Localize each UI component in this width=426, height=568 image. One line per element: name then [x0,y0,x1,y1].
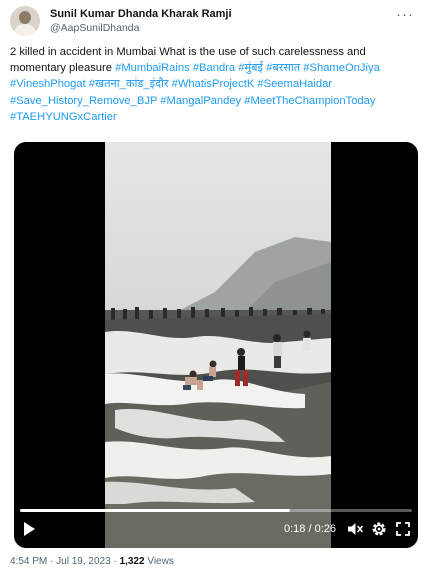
hashtag-link[interactable]: #बरसात [266,62,300,74]
duration: 0:26 [314,523,336,535]
author-names: Sunil Kumar Dhanda Kharak Ramji @AapSuni… [50,7,232,35]
separator-dot: · [110,556,120,567]
user-handle[interactable]: @AapSunilDhanda [50,21,232,35]
separator-dot: · [47,556,57,567]
hashtag-link[interactable]: #WhatisProjectK [172,78,255,90]
hashtag-link[interactable]: #SeemaHaidar [257,78,332,90]
hashtag-link[interactable]: #VineshPhogat [10,78,86,90]
video-frame-image [105,237,331,548]
views-label: Views [144,556,174,567]
avatar[interactable] [10,6,40,36]
tweet-header: Sunil Kumar Dhanda Kharak Ramji @AapSuni… [10,6,416,42]
more-horizontal-icon[interactable]: ··· [396,6,414,23]
settings-gear-icon[interactable] [370,520,388,538]
post-time[interactable]: 4:54 PM [10,556,47,567]
hashtag-link[interactable]: #ShameOnJiya [303,62,380,74]
hashtag-link[interactable]: #खतना_कांड_इंदौर [89,78,169,90]
tweet-footer: 4:54 PM · Jul 19, 2023 · 1,322 Views [10,556,174,568]
hashtag-link[interactable]: #MangalPandey [160,95,241,107]
hashtag-link[interactable]: #Save_History_Remove_BJP [10,95,157,107]
video-frame[interactable] [105,142,331,548]
fullscreen-icon[interactable] [394,520,412,538]
play-icon[interactable] [24,522,35,536]
hashtag-link[interactable]: #Bandra [193,62,235,74]
video-controls: 0:18 / 0:26 [14,516,418,544]
hashtag-link[interactable]: #TAEHYUNGxCartier [10,111,117,123]
video-progress-fill [20,509,291,512]
post-date[interactable]: Jul 19, 2023 [56,556,111,567]
tweet-text: 2 killed in accident in Mumbai What is t… [10,44,416,125]
hashtag-link[interactable]: #मुंबई [238,62,263,74]
video-progress-bar[interactable] [20,509,412,512]
display-name[interactable]: Sunil Kumar Dhanda Kharak Ramji [50,7,232,21]
time-separator: / [305,523,315,535]
hashtag-link[interactable]: #MeetTheChampionToday [244,95,375,107]
mute-icon[interactable] [346,520,364,538]
video-player[interactable]: 0:18 / 0:26 [14,142,418,548]
current-time: 0:18 [283,523,306,535]
views-count: 1,322 [119,556,145,567]
video-time: 0:18 / 0:26 [284,522,336,536]
hashtag-link[interactable]: #MumbaiRains [115,62,190,74]
